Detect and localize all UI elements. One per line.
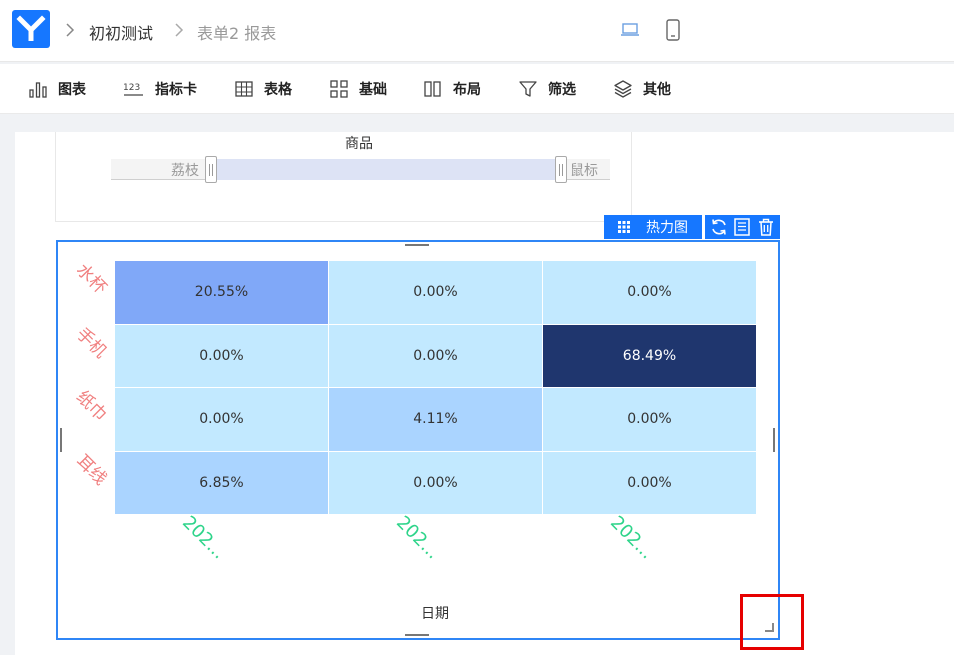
table-icon [234, 79, 254, 99]
tool-chart[interactable]: 图表 [28, 64, 86, 114]
range-start-label: 荔枝 [171, 163, 199, 179]
breadcrumb-report: 表单2 报表 [197, 24, 277, 43]
heatmap-cell: 0.00% [329, 261, 542, 324]
x-axis-title: 日期 [421, 606, 449, 622]
tool-basic[interactable]: 基础 [329, 64, 387, 114]
breadcrumb-app[interactable]: 初初测试 [89, 20, 153, 44]
resize-handle-right[interactable] [773, 428, 775, 452]
tool-label: 布局 [453, 82, 481, 98]
tool-label: 指标卡 [155, 82, 197, 98]
chevron-right-icon [64, 20, 76, 40]
widget-type-tag[interactable]: 热力图 [604, 215, 702, 239]
heatmap-cell: 0.00% [543, 451, 756, 514]
app-logo[interactable] [12, 10, 50, 48]
range-handle-end[interactable] [555, 156, 567, 183]
heatmap-cell: 0.00% [543, 261, 756, 324]
range-slider-selection[interactable] [211, 159, 561, 180]
tool-label: 基础 [359, 82, 387, 98]
bar-chart-icon [28, 79, 48, 99]
range-end-label: 鼠标 [570, 163, 598, 179]
tool-table[interactable]: 表格 [234, 64, 292, 114]
widget-actions [705, 215, 780, 239]
heatmap-cell: 0.00% [329, 324, 542, 387]
heatmap-cell: 6.85% [115, 451, 328, 514]
top-header: 初初测试 表单2 报表 [0, 0, 954, 62]
grid-icon [618, 221, 630, 233]
delete-icon[interactable] [756, 217, 776, 237]
resize-handle-top[interactable] [405, 244, 429, 246]
widget-type-label: 热力图 [646, 220, 688, 236]
heatmap-cell: 20.55% [115, 261, 328, 324]
layout-icon [423, 79, 443, 99]
range-filter-title: 商品 [345, 136, 373, 152]
heatmap-cell: 0.00% [543, 388, 756, 451]
tool-label: 筛选 [548, 82, 576, 98]
tool-filter[interactable]: 筛选 [518, 64, 576, 114]
resize-handle-corner[interactable] [765, 623, 774, 632]
data-icon[interactable] [732, 217, 752, 237]
component-toolbar: 图表 123 指标卡 表格 基础 布局 筛选 其他 [0, 64, 954, 114]
basic-grid-icon [329, 79, 349, 99]
tool-number-card[interactable]: 123 指标卡 [123, 64, 197, 114]
heatmap-cell: 0.00% [115, 324, 328, 387]
refresh-icon[interactable] [709, 217, 729, 237]
filter-icon [518, 79, 538, 99]
mobile-icon[interactable] [665, 19, 681, 41]
tool-other[interactable]: 其他 [613, 64, 671, 114]
tool-label: 图表 [58, 82, 86, 98]
layers-icon [613, 79, 633, 99]
heatmap-cell: 4.11% [329, 388, 542, 451]
heatmap-cell: 0.00% [329, 451, 542, 514]
tool-layout[interactable]: 布局 [423, 64, 481, 114]
tool-label: 其他 [643, 82, 671, 98]
number-card-icon: 123 [123, 79, 145, 99]
resize-handle-left[interactable] [60, 428, 62, 452]
heatmap-cell: 0.00% [115, 388, 328, 451]
heatmap-cell: 68.49% [543, 324, 756, 387]
svg-text:123: 123 [123, 83, 140, 93]
laptop-icon[interactable] [620, 21, 640, 39]
resize-handle-bottom[interactable] [405, 634, 429, 636]
range-handle-start[interactable] [205, 156, 217, 183]
tool-label: 表格 [264, 82, 292, 98]
chevron-right-icon [173, 20, 185, 40]
